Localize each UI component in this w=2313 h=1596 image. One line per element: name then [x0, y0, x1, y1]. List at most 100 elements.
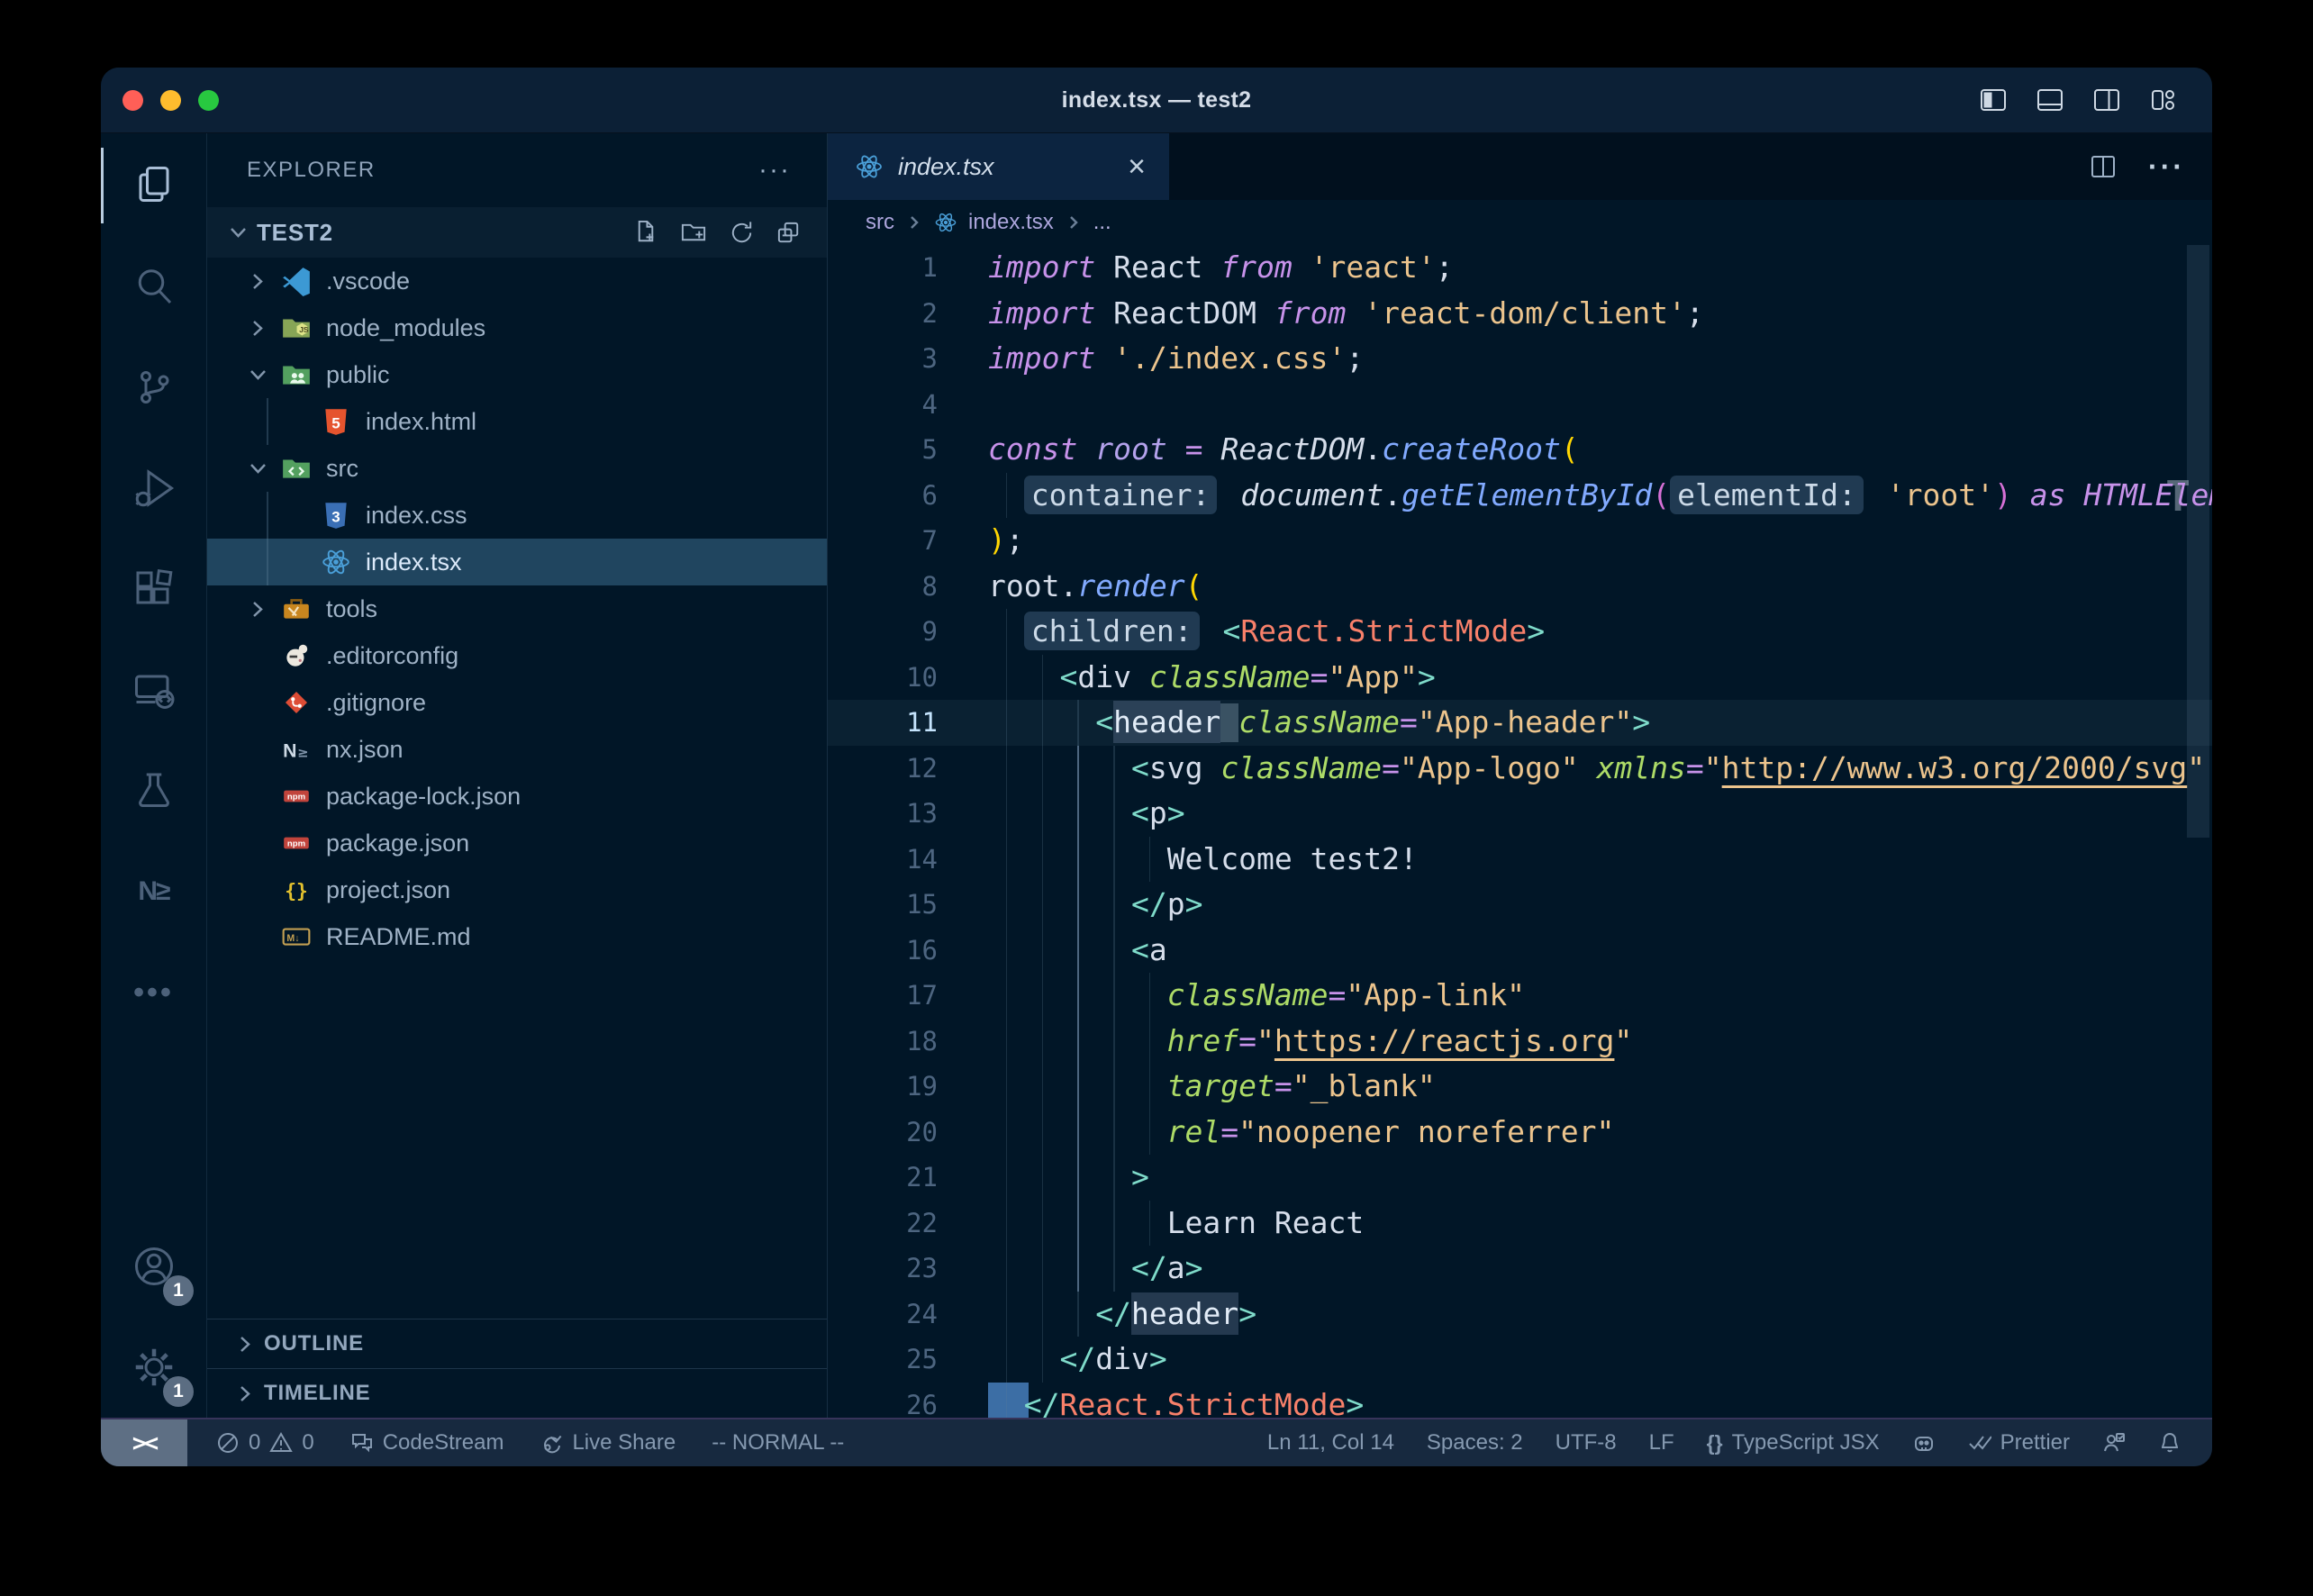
code-line-25[interactable]: 25 </div>	[828, 1337, 2212, 1383]
outline-section[interactable]: OUTLINE	[207, 1319, 827, 1368]
remote-indicator[interactable]: ><	[101, 1419, 187, 1466]
tree-item-public[interactable]: public	[207, 351, 827, 398]
cursor-position[interactable]: Ln 11, Col 14	[1267, 1430, 1394, 1455]
tree-item-tools[interactable]: tools	[207, 585, 827, 632]
tree-item-node-modules[interactable]: JSnode_modules	[207, 304, 827, 351]
activity-testing[interactable]	[101, 740, 206, 841]
eol-setting[interactable]: LF	[1649, 1430, 1674, 1455]
vim-mode-indicator[interactable]: -- NORMAL --	[712, 1430, 844, 1455]
code-token: </	[1095, 1296, 1131, 1331]
indentation-setting[interactable]: Spaces: 2	[1427, 1430, 1523, 1455]
toggle-panel-icon[interactable]	[2036, 86, 2064, 114]
breadcrumb-folder[interactable]: src	[866, 210, 894, 235]
settings-button[interactable]: 1	[101, 1317, 206, 1418]
code-line-2[interactable]: 2import ReactDOM from 'react-dom/client'…	[828, 291, 2212, 337]
code-line-26[interactable]: 26 </React.StrictMode>	[828, 1383, 2212, 1419]
code-line-14[interactable]: 14 Welcome test2!	[828, 837, 2212, 883]
timeline-section[interactable]: TIMELINE	[207, 1368, 827, 1418]
tree-item-nx-json[interactable]: N≥nx.json	[207, 726, 827, 773]
chevron-right-icon	[905, 213, 923, 231]
code-line-21[interactable]: 21 >	[828, 1155, 2212, 1201]
code-token: 'root'	[1887, 477, 1994, 512]
tree-item-project-json[interactable]: {}project.json	[207, 866, 827, 913]
new-file-icon[interactable]	[632, 219, 660, 247]
tree-item-readme-md[interactable]: M↓README.md	[207, 913, 827, 960]
encoding-setting[interactable]: UTF-8	[1556, 1430, 1617, 1455]
tree-item-index-tsx[interactable]: index.tsx	[207, 539, 827, 585]
code-line-24[interactable]: 24 </header>	[828, 1292, 2212, 1338]
codestream-status[interactable]: CodeStream	[350, 1430, 504, 1455]
live-share-status[interactable]: Live Share	[540, 1430, 676, 1455]
code-area[interactable]: T 1import React from 'react';2import Rea…	[828, 245, 2212, 1418]
feedback-status[interactable]	[2102, 1431, 2126, 1455]
toggle-secondary-sidebar-icon[interactable]	[2092, 86, 2121, 114]
close-tab-icon[interactable]: ×	[1128, 151, 1146, 182]
tree-item-index-css[interactable]: 3index.css	[207, 492, 827, 539]
tab-index-tsx[interactable]: index.tsx ×	[828, 133, 1169, 200]
prettier-status[interactable]: Prettier	[1968, 1430, 2070, 1455]
tree-item--gitignore[interactable]: .gitignore	[207, 679, 827, 726]
breadcrumb-symbol[interactable]: ...	[1093, 210, 1111, 235]
code-line-3[interactable]: 3import './index.css';	[828, 336, 2212, 382]
tree-item--vscode[interactable]: .vscode	[207, 258, 827, 304]
collapse-folders-icon[interactable]	[776, 219, 803, 247]
code-line-6[interactable]: 6 container: document.getElementById(ele…	[828, 473, 2212, 519]
split-editor-icon[interactable]	[2089, 152, 2118, 181]
code-line-18[interactable]: 18 href="https://reactjs.org"	[828, 1019, 2212, 1065]
notifications-status[interactable]	[2158, 1431, 2181, 1455]
indent-guide	[1006, 1292, 1008, 1338]
indent-guide	[1077, 1110, 1079, 1156]
customize-layout-icon[interactable]	[2149, 86, 2178, 114]
tree-item--editorconfig[interactable]: .editorconfig	[207, 632, 827, 679]
problems-indicator[interactable]: 0 0	[216, 1430, 314, 1455]
code-line-20[interactable]: 20 rel="noopener noreferrer"	[828, 1110, 2212, 1156]
code-line-17[interactable]: 17 className="App-link"	[828, 973, 2212, 1019]
code-line-4[interactable]: 4	[828, 382, 2212, 428]
workspace-section-header[interactable]: TEST2	[207, 207, 827, 258]
activity-extensions[interactable]	[101, 539, 206, 639]
breadcrumb-file[interactable]: index.tsx	[968, 210, 1054, 235]
tree-item-package-lock-json[interactable]: npmpackage-lock.json	[207, 773, 827, 820]
tree-item-package-json[interactable]: npmpackage.json	[207, 820, 827, 866]
chevron-right-icon	[234, 1383, 257, 1405]
tree-item-index-html[interactable]: 5index.html	[207, 398, 827, 445]
accounts-button[interactable]: 1	[101, 1216, 206, 1317]
code-line-23[interactable]: 23 </a>	[828, 1246, 2212, 1292]
code-token: "App"	[1329, 659, 1418, 694]
code-line-7[interactable]: 7);	[828, 518, 2212, 564]
activity-explorer[interactable]	[101, 135, 206, 236]
code-line-19[interactable]: 19 target="_blank"	[828, 1064, 2212, 1110]
code-line-11[interactable]: 11 <header className="App-header">	[828, 700, 2212, 746]
code-line-1[interactable]: 1import React from 'react';	[828, 245, 2212, 291]
language-mode[interactable]: {} TypeScript JSX	[1707, 1430, 1880, 1455]
indent-guide	[1077, 1064, 1079, 1110]
indent-guide	[1077, 973, 1079, 1019]
react-icon	[855, 152, 884, 181]
tree-item-src[interactable]: src	[207, 445, 827, 492]
refresh-icon[interactable]	[728, 219, 756, 247]
code-line-8[interactable]: 8root.render(	[828, 564, 2212, 610]
code-line-12[interactable]: 12 <svg className="App-logo" xmlns="http…	[828, 746, 2212, 792]
copilot-status[interactable]	[1912, 1431, 1936, 1455]
code-line-5[interactable]: 5const root = ReactDOM.createRoot(	[828, 427, 2212, 473]
activity-source-control[interactable]	[101, 337, 206, 438]
new-folder-icon[interactable]	[680, 219, 708, 247]
code-line-13[interactable]: 13 <p>	[828, 791, 2212, 837]
explorer-more-actions[interactable]: ···	[758, 155, 791, 186]
code-line-15[interactable]: 15 </p>	[828, 882, 2212, 928]
code-line-10[interactable]: 10 <div className="App">	[828, 655, 2212, 701]
code-token: =	[1238, 1023, 1256, 1058]
code-line-16[interactable]: 16 <a	[828, 928, 2212, 974]
line-number: 11	[828, 700, 938, 746]
activity-more[interactable]: •••	[101, 942, 206, 1043]
code-line-22[interactable]: 22 Learn React	[828, 1201, 2212, 1247]
activity-run-debug[interactable]	[101, 438, 206, 539]
activity-remote-explorer[interactable]	[101, 639, 206, 740]
toggle-sidebar-icon[interactable]	[1979, 86, 2008, 114]
activity-search[interactable]	[101, 236, 206, 337]
activity-nx-console[interactable]: N≥	[101, 841, 206, 942]
code-token: a	[1149, 932, 1167, 967]
editorconfig-icon	[281, 640, 312, 671]
editor-more-actions-icon[interactable]: ···	[2148, 150, 2185, 184]
code-line-9[interactable]: 9 children: <React.StrictMode>	[828, 609, 2212, 655]
